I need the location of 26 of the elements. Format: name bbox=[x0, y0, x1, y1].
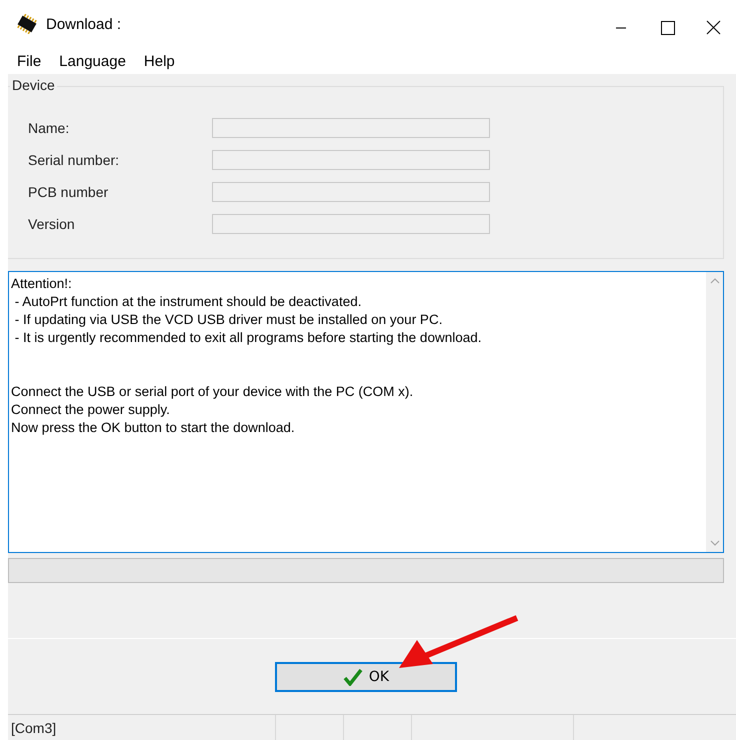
field-label: PCB number bbox=[28, 184, 110, 200]
message-line: - AutoPrt function at the instrument should be deactivated. bbox=[14, 293, 362, 312]
menu-item[interactable]: Language bbox=[50, 52, 135, 70]
menu-item[interactable]: Help bbox=[134, 52, 184, 70]
scrollbar[interactable] bbox=[706, 272, 723, 552]
field-label: Serial number: bbox=[28, 152, 120, 168]
window-title: Download : bbox=[46, 16, 122, 32]
message-line: - It is urgently recommended to exit all programs before starting the download. bbox=[14, 329, 482, 348]
input-field[interactable] bbox=[212, 214, 490, 234]
input-field[interactable] bbox=[212, 118, 490, 138]
checkmark-icon bbox=[342, 668, 363, 686]
scroll-up-icon[interactable] bbox=[710, 278, 720, 284]
input-field[interactable] bbox=[212, 150, 490, 170]
field-label: Version bbox=[28, 216, 76, 232]
field-label: Name: bbox=[28, 120, 70, 136]
input-field[interactable] bbox=[212, 182, 490, 202]
status-text: [Com3] bbox=[8, 715, 276, 740]
message-line: Connect the USB or serial port of your device with the PC (COM x). bbox=[11, 383, 414, 402]
message-line: Attention!: bbox=[11, 275, 73, 294]
scroll-down-icon[interactable] bbox=[710, 540, 720, 546]
message-line: - If updating via USB the VCD USB driver must be installed on your PC. bbox=[14, 311, 444, 330]
menu-item[interactable]: File bbox=[8, 52, 50, 70]
message-line: Now press the OK button to start the download. bbox=[11, 419, 296, 438]
group-title: Device bbox=[10, 77, 57, 93]
message-line: Connect the power supply. bbox=[11, 401, 171, 420]
ok-button[interactable]: OK bbox=[275, 662, 457, 692]
